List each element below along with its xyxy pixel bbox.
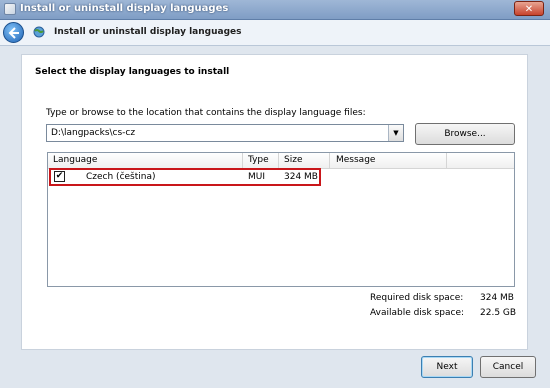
back-arrow-icon <box>8 27 19 39</box>
close-button[interactable]: ✕ <box>514 1 544 16</box>
browse-button[interactable]: Browse... <box>415 123 515 145</box>
path-combobox[interactable]: D:\langpacks\cs-cz ▼ <box>46 124 404 142</box>
language-list[interactable]: Language Type Size Message ✔ Czech (češt… <box>47 152 515 287</box>
column-divider[interactable] <box>446 153 447 168</box>
content-panel: Select the display languages to install … <box>21 54 528 350</box>
window-title: Install or uninstall display languages <box>20 3 229 14</box>
path-input[interactable]: D:\langpacks\cs-cz <box>51 128 135 138</box>
required-space-value: 324 MB <box>480 293 514 303</box>
column-message[interactable]: Message <box>336 155 375 165</box>
list-header: Language Type Size Message <box>48 153 514 169</box>
next-button[interactable]: Next <box>421 356 473 378</box>
page-title: Install or uninstall display languages <box>54 27 242 37</box>
required-space-label: Required disk space: <box>370 293 464 303</box>
globe-icon <box>33 26 45 38</box>
chevron-down-icon[interactable]: ▼ <box>388 125 403 141</box>
selection-highlight <box>49 168 321 186</box>
column-divider[interactable] <box>278 153 279 168</box>
back-button[interactable] <box>3 22 24 43</box>
column-type[interactable]: Type <box>248 155 269 165</box>
column-language[interactable]: Language <box>53 155 97 165</box>
cancel-button[interactable]: Cancel <box>480 356 536 378</box>
column-divider[interactable] <box>329 153 330 168</box>
instruction-text: Type or browse to the location that cont… <box>46 108 366 118</box>
available-space-value: 22.5 GB <box>480 308 517 318</box>
title-bar: Install or uninstall display languages ✕ <box>0 0 550 20</box>
column-divider[interactable] <box>242 153 243 168</box>
available-space-label: Available disk space: <box>370 308 465 318</box>
section-title: Select the display languages to install <box>35 67 230 77</box>
column-size[interactable]: Size <box>284 155 302 165</box>
wizard-header: Install or uninstall display languages <box>0 20 550 46</box>
window-icon <box>4 3 16 15</box>
